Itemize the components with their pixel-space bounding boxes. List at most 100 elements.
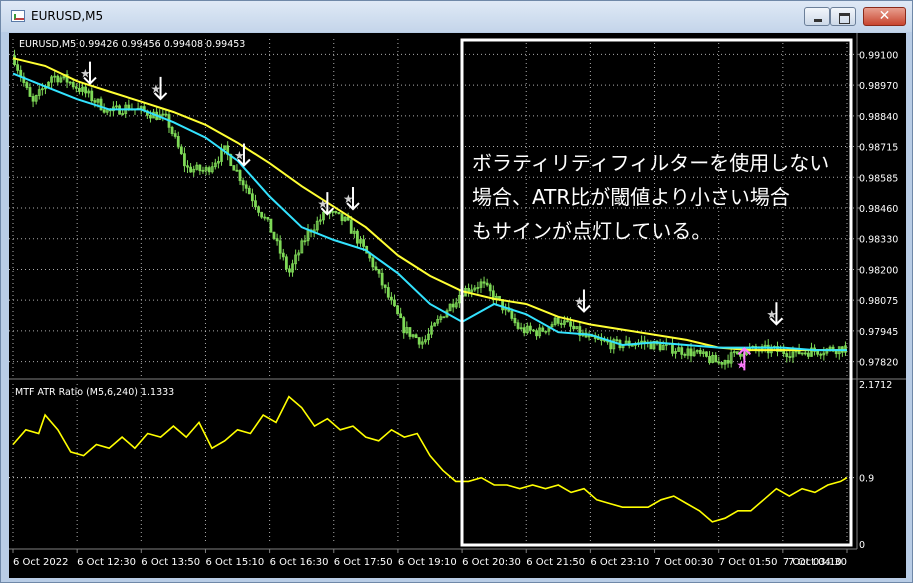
candle-body <box>269 218 273 233</box>
main-chart-title: EURUSD,M5 0.99426 0.99456 0.99408 0.9945… <box>19 39 245 50</box>
candle-body <box>572 325 576 330</box>
sell-signal: ★ <box>574 289 591 313</box>
candle-body <box>393 299 396 307</box>
candle-body <box>380 272 384 286</box>
candle-body <box>149 114 152 119</box>
candle-body <box>726 360 730 364</box>
chart-canvas[interactable]: ★★★★ ★★★★ 6 Oct 2022 6 Oct 12:30 6 Oct 13:5… <box>9 33 906 578</box>
candle-body <box>559 322 563 325</box>
annotation-line: もサインが点灯している。 <box>472 219 711 243</box>
fast-ma-line <box>12 72 847 352</box>
candle-body <box>238 170 242 182</box>
candle-body <box>399 313 403 319</box>
x-tick-label: 6 Oct 2022 <box>13 557 68 568</box>
candle-body <box>272 231 276 240</box>
candle-body <box>257 206 260 213</box>
x-tick-label: 6 Oct 16:30 <box>270 557 329 568</box>
minimize-button[interactable] <box>804 7 830 26</box>
candle-body <box>374 266 378 270</box>
candle-body <box>288 268 291 273</box>
candle-body <box>510 310 514 319</box>
candle-body <box>785 353 789 357</box>
x-tick-label: 6 Oct 23:10 <box>590 557 649 568</box>
candle-body <box>263 216 267 219</box>
candle-body <box>78 87 81 92</box>
candle-body <box>349 219 353 234</box>
candle-body <box>28 87 32 97</box>
candle-body <box>346 216 350 221</box>
x-tick-label: 7 Oct 00:30 <box>655 557 714 568</box>
indicator-title: MTF ATR Ratio (M5,6,240) 1.1333 <box>15 387 174 398</box>
title-bar[interactable]: EURUSD,M5 ✕ <box>1 1 912 32</box>
candle-body <box>232 165 236 171</box>
candle-body <box>596 338 600 340</box>
candle-body <box>281 252 285 258</box>
candle-body <box>609 341 613 350</box>
candle-body <box>402 317 406 334</box>
candle-body <box>528 325 532 331</box>
y-tick-label: 0.98075 <box>859 296 898 307</box>
x-tick-label: 7 Oct 01:50 <box>719 557 778 568</box>
chart-area[interactable]: ★ ★ ★ ★ ★ ★ ★ ★ 6 Oct 2022 6 Oct 12:30 6 Oct 13:5… <box>9 33 906 578</box>
y-tick-label: 0.98715 <box>859 143 898 154</box>
candle-body <box>708 355 711 363</box>
candle-body <box>189 166 193 173</box>
x-tick-label: 7 Oct 04:30 <box>788 557 847 568</box>
indicator-y-label: 2.1712 <box>859 380 892 391</box>
y-tick-label: 0.98585 <box>859 173 898 184</box>
candle-body <box>93 100 97 103</box>
close-button[interactable]: ✕ <box>863 7 906 26</box>
candle-body <box>532 329 535 332</box>
candle-body <box>254 200 257 208</box>
candle-body <box>766 344 770 354</box>
atr-ratio-line <box>12 395 848 523</box>
candle-body <box>451 303 455 308</box>
y-tick-label: 0.97945 <box>859 327 898 338</box>
candle-body <box>260 211 264 218</box>
candle-body <box>396 305 399 315</box>
candle-body <box>720 362 724 365</box>
candle-body <box>102 109 106 113</box>
x-tick-label: 6 Oct 17:50 <box>334 557 393 568</box>
candle-body <box>186 165 189 168</box>
y-tick-label: 0.98970 <box>859 81 898 92</box>
candle-body <box>683 353 687 356</box>
annotation-text: ボラティリティフィルターを使用しない場合、ATR比が閾値より小さい場合もサインが… <box>472 151 829 243</box>
x-tick-label: 6 Oct 13:50 <box>141 557 200 568</box>
candle-body <box>408 327 412 337</box>
y-tick-label: 0.98460 <box>859 204 898 215</box>
candle-body <box>371 257 375 268</box>
y-tick-label: 0.98840 <box>859 112 898 123</box>
candle-body <box>74 86 78 89</box>
indicator-y-label: 0.9 <box>859 474 874 485</box>
y-tick-label: 0.99100 <box>859 50 898 61</box>
annotation-line: ボラティリティフィルターを使用しない <box>472 151 829 175</box>
candle-body <box>819 353 823 356</box>
candle-body <box>13 55 16 66</box>
candle-body <box>513 317 517 324</box>
candle-body <box>600 339 603 341</box>
candle-body <box>566 320 569 323</box>
candle-body <box>250 193 254 202</box>
candle-body <box>179 146 183 155</box>
x-tick-label: 6 Oct 21:50 <box>526 557 585 568</box>
maximize-button[interactable] <box>830 7 856 26</box>
candle-body <box>337 212 341 215</box>
x-tick-label: 6 Oct 15:10 <box>205 557 264 568</box>
candle-body <box>485 282 489 286</box>
candle-body <box>183 153 186 167</box>
y-tick-label: 0.98200 <box>859 265 898 276</box>
candle-body <box>170 126 174 135</box>
x-tick-label: 6 Oct 19:10 <box>398 557 457 568</box>
candle-body <box>334 210 338 213</box>
chart-window: EURUSD,M5 ✕ ★ ★ ★ ★ ★ ★ ★ ★ 6 Oct 2022 6 Oct 12:… <box>0 0 913 583</box>
indicator-y-label: 0 <box>859 540 865 551</box>
candle-body <box>235 169 239 172</box>
candle-body <box>71 82 75 88</box>
window-title: EURUSD,M5 <box>31 9 104 23</box>
star-icon: ★ <box>736 358 746 371</box>
candle-body <box>680 347 684 355</box>
price-candles <box>13 49 847 370</box>
candle-body <box>266 217 270 220</box>
candle-body <box>377 269 381 274</box>
